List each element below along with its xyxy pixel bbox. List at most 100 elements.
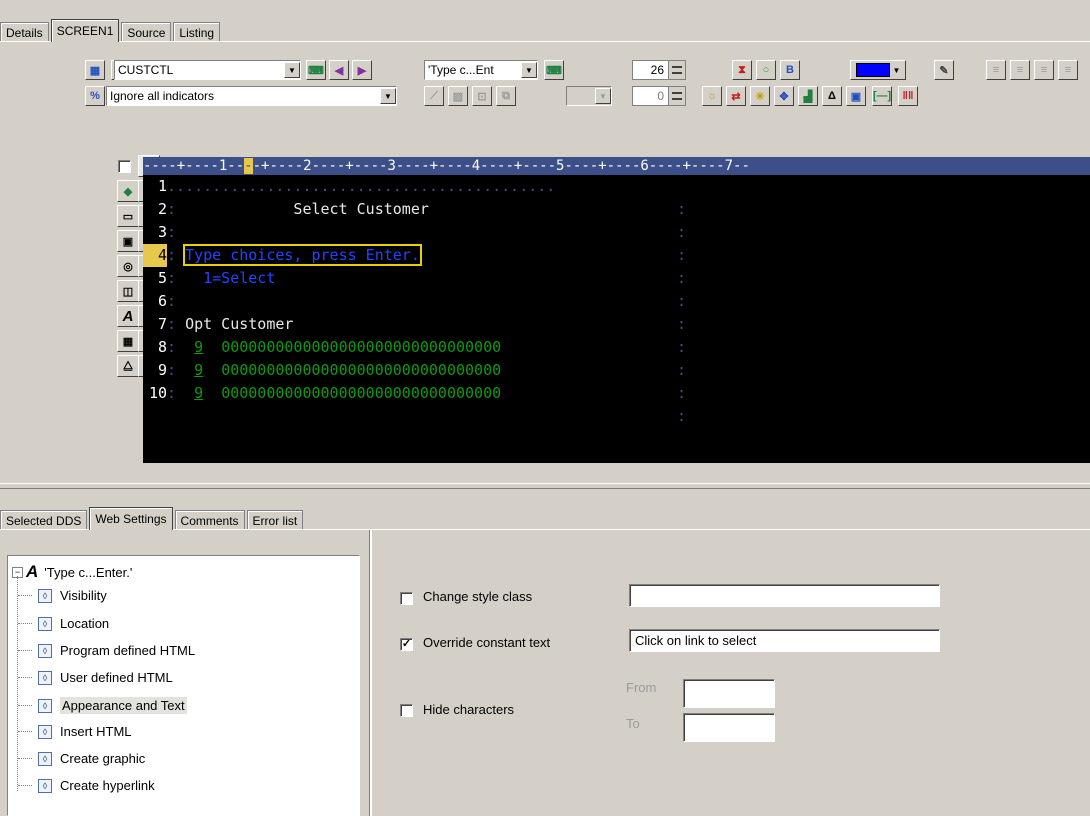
column-headers[interactable]: Opt Customer	[185, 315, 293, 333]
sparkle-icon[interactable]: ✳	[750, 86, 770, 106]
web-settings-tree[interactable]: − A 'Type c...Enter.' ◊ Visibility ◊ Locat…	[7, 555, 360, 816]
option-field[interactable]: 9	[194, 338, 203, 356]
chart-icon[interactable]: ▟	[798, 86, 818, 106]
swap-icon[interactable]: ⇄	[726, 86, 746, 106]
tab-details[interactable]: Details	[0, 22, 49, 42]
select-hint[interactable]: 1=Select	[185, 269, 275, 287]
override-text-input[interactable]: Click on link to select	[629, 629, 940, 652]
tab-comments[interactable]: Comments	[174, 510, 245, 530]
to-input[interactable]	[683, 713, 775, 742]
palette-tool-13-icon[interactable]: ▦	[117, 330, 139, 352]
palette-tool-5-icon[interactable]: ▣	[117, 230, 139, 252]
color-picker[interactable]: ▼	[850, 60, 906, 80]
to-label: To	[626, 716, 640, 731]
key-icon[interactable]: ⌨	[544, 60, 564, 80]
tab-web-settings[interactable]: Web Settings	[89, 507, 173, 530]
field-combo[interactable]: 'Type c...Ent ▼	[424, 60, 538, 80]
row-spinner[interactable]: 26	[632, 60, 686, 80]
customer-field[interactable]: 0000000000000000000000000000000	[221, 384, 501, 402]
align-justify-icon[interactable]: ≡	[1058, 60, 1078, 80]
option-field[interactable]: 9	[194, 361, 203, 379]
key-icon[interactable]: ⌨	[306, 60, 326, 80]
option-field[interactable]: 9	[194, 384, 203, 402]
edit-icon[interactable]: ✎	[934, 60, 954, 80]
align-right-icon[interactable]: ≡	[1034, 60, 1054, 80]
palette-tool-15-icon[interactable]: ⧋	[117, 355, 139, 377]
image-icon[interactable]: ▣	[846, 86, 866, 106]
fill-icon[interactable]: ▨	[448, 86, 468, 106]
tree-root[interactable]: − A 'Type c...Enter.'	[12, 562, 132, 582]
tab-listing[interactable]: Listing	[173, 22, 221, 42]
setting-icon: ◊	[38, 698, 52, 713]
splitter[interactable]	[0, 483, 1090, 489]
line-draw-icon[interactable]: ⟋	[424, 86, 444, 106]
tree-item-appearance[interactable]: ◊ Appearance and Text	[18, 697, 187, 714]
tree-item-visibility[interactable]: ◊ Visibility	[18, 588, 107, 603]
percent-icon[interactable]: %	[85, 86, 105, 106]
palette-tool-3-icon[interactable]: ▭	[117, 205, 139, 227]
move-icon[interactable]: ✥	[774, 86, 794, 106]
spin-buttons[interactable]	[668, 87, 685, 105]
sun-icon[interactable]: ☼	[702, 86, 722, 106]
text-tool-icon[interactable]: A	[117, 305, 139, 327]
screen-line: 9: 9 0000000000000000000000000000000	[157, 361, 502, 379]
tab-selected-dds[interactable]: Selected DDS	[0, 510, 88, 530]
screen-line: 7: Opt Customer	[157, 315, 294, 333]
spin-buttons[interactable]	[668, 61, 685, 79]
tab-error-list[interactable]: Error list	[246, 510, 304, 530]
tree-item-program-html[interactable]: ◊ Program defined HTML	[18, 643, 195, 658]
clone-icon[interactable]: ⧉	[496, 86, 516, 106]
select-checkbox[interactable]	[118, 160, 131, 173]
override-text-label: Override constant text	[423, 635, 551, 650]
text-style-icon[interactable]: Δ	[822, 86, 842, 106]
change-style-checkbox[interactable]	[400, 592, 413, 605]
chevron-down-icon: ▼	[892, 65, 901, 75]
align-left-icon[interactable]: ≡	[986, 60, 1006, 80]
tree-item-create-hyperlink[interactable]: ◊ Create hyperlink	[18, 778, 155, 793]
tab-screen1[interactable]: SCREEN1	[50, 19, 120, 42]
circle-icon[interactable]: ○	[756, 60, 776, 80]
setting-icon: ◊	[38, 643, 52, 658]
columns-icon[interactable]: ‖‖	[898, 86, 918, 106]
col-spinner[interactable]: 0	[632, 86, 686, 106]
record-combo[interactable]: CUSTCTL ▼	[114, 60, 301, 80]
setting-icon: ◊	[38, 588, 52, 603]
panel-splitter[interactable]	[369, 530, 372, 816]
customer-field[interactable]: 0000000000000000000000000000000	[221, 361, 501, 379]
chevron-down-icon[interactable]: ▼	[521, 62, 537, 78]
align-center-icon[interactable]: ≡	[1010, 60, 1030, 80]
tab-source[interactable]: Source	[121, 22, 172, 42]
screen-designer[interactable]: ----+----1----+----2----+----3----+----4…	[143, 157, 1090, 463]
row-value: 26	[650, 63, 664, 77]
from-input[interactable]	[683, 679, 775, 708]
bold-icon[interactable]: B	[780, 60, 800, 80]
tree-item-create-graphic[interactable]: ◊ Create graphic	[18, 751, 145, 766]
book-icon[interactable]: ▦	[85, 60, 105, 80]
next-record-icon[interactable]: ▶	[352, 60, 372, 80]
screen-title[interactable]: Select Customer	[176, 200, 428, 218]
tree-item-insert-html[interactable]: ◊ Insert HTML	[18, 724, 132, 739]
bottom-tab-bar: Selected DDS Web Settings Comments Error…	[0, 507, 305, 530]
screen-line: 3:	[157, 223, 177, 241]
setting-icon: ◊	[38, 778, 52, 793]
palette-tool-7-icon[interactable]: ◎	[117, 255, 139, 277]
hide-characters-checkbox[interactable]	[400, 704, 413, 717]
indicator-combo[interactable]: Ignore all indicators ▼	[106, 86, 397, 106]
chevron-down-icon[interactable]: ▼	[380, 88, 396, 104]
override-text-checkbox[interactable]: ✓	[400, 638, 413, 651]
field-icon[interactable]: [—]	[872, 86, 892, 106]
top-tab-bar: Details SCREEN1 Source Listing	[0, 19, 222, 42]
tree-item-user-html[interactable]: ◊ User defined HTML	[18, 670, 173, 685]
ruler-rest: -+----2----+----3----+----4----+----5---…	[252, 158, 750, 174]
customer-field[interactable]: 0000000000000000000000000000000	[221, 338, 501, 356]
tree-item-location[interactable]: ◊ Location	[18, 616, 109, 631]
hourglass-icon[interactable]: ⧗	[732, 60, 752, 80]
chevron-down-icon[interactable]: ▼	[284, 62, 300, 78]
palette-tool-9-icon[interactable]: ◫	[117, 280, 139, 302]
stamp-icon[interactable]: ⊡	[472, 86, 492, 106]
setting-icon: ◊	[38, 751, 52, 766]
prev-record-icon[interactable]: ◀	[329, 60, 349, 80]
selected-constant[interactable]: Type choices, press Enter.	[183, 244, 422, 266]
palette-tool-1-icon[interactable]: ◆	[117, 180, 139, 202]
style-class-input[interactable]	[629, 584, 940, 607]
